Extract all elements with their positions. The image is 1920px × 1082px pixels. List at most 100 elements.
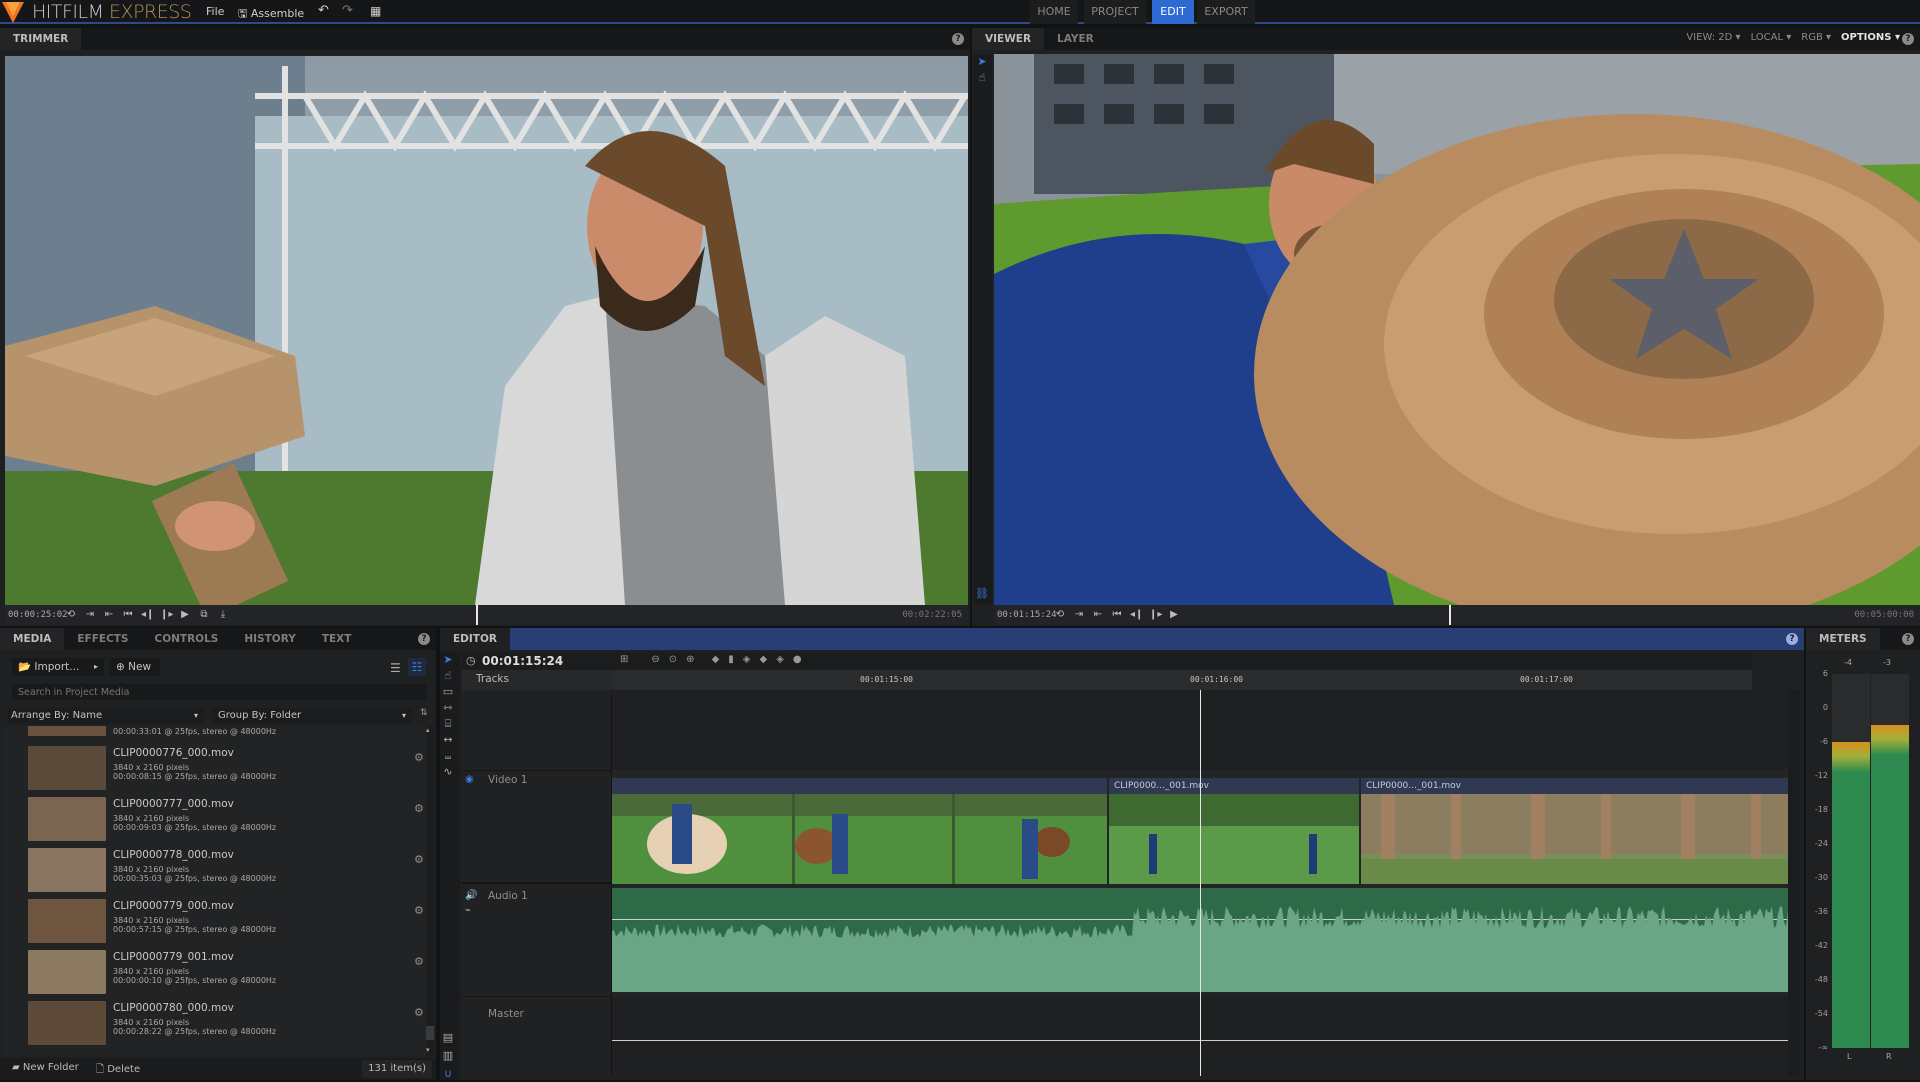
filmstrip-icon[interactable]: ▤: [440, 1030, 456, 1046]
editor-timecode[interactable]: 00:01:15:24: [482, 654, 563, 668]
tab-layer[interactable]: LAYER: [1044, 28, 1107, 50]
slip-tool-icon[interactable]: ⇿: [440, 700, 456, 716]
step-forward-icon[interactable]: ❙▸: [160, 609, 173, 621]
viewer-playhead[interactable]: [1448, 605, 1451, 625]
eye-icon[interactable]: ◉: [465, 774, 474, 785]
gear-icon[interactable]: ⚙: [414, 751, 424, 764]
next-edit-icon[interactable]: ⊕: [686, 654, 694, 665]
gear-icon[interactable]: ⚙: [414, 802, 424, 815]
scroll-up-icon[interactable]: ▴: [426, 726, 430, 734]
select-tool-icon[interactable]: ➤: [974, 54, 990, 70]
media-item[interactable]: CLIP0000779_000.mov 3840 x 2160 pixels 00:…: [28, 899, 428, 949]
timeline-vertical-scrollbar[interactable]: [1788, 690, 1800, 1076]
slide-tool-icon[interactable]: ↔: [440, 732, 456, 748]
keyframe-next-icon[interactable]: ◈: [776, 654, 784, 665]
assemble-button[interactable]: 🖫 Assemble: [238, 5, 304, 24]
new-button[interactable]: ⊕ New: [110, 658, 160, 676]
scroll-thumb[interactable]: [426, 1026, 434, 1040]
trimmer-video-frame[interactable]: [5, 56, 968, 605]
new-folder-button[interactable]: ▰ New Folder: [12, 1062, 79, 1073]
nav-tab-edit[interactable]: EDIT: [1152, 0, 1194, 24]
speaker-icon[interactable]: 🔊: [465, 890, 477, 901]
viewer-scrubber[interactable]: [1174, 605, 1844, 625]
marker-icon[interactable]: ◆: [712, 654, 720, 665]
go-to-start-icon[interactable]: ⏮: [1111, 609, 1123, 621]
gear-icon[interactable]: ⚙: [414, 1006, 424, 1019]
redo-icon[interactable]: ↷: [342, 3, 353, 18]
hand-tool-icon[interactable]: ☝: [974, 70, 990, 86]
viewer-video-frame[interactable]: [994, 54, 1920, 605]
tab-effects[interactable]: EFFECTS: [64, 628, 141, 650]
hand-tool-icon[interactable]: ☝: [440, 668, 456, 684]
gear-icon[interactable]: ⚙: [414, 904, 424, 917]
tab-text[interactable]: TEXT: [309, 628, 365, 650]
grid-icon[interactable]: ▦: [370, 4, 381, 18]
help-icon[interactable]: ?: [1786, 633, 1798, 645]
help-icon[interactable]: ?: [418, 633, 430, 645]
media-item[interactable]: CLIP0000780_000.mov 3840 x 2160 pixels 00:…: [28, 1001, 428, 1051]
go-to-start-icon[interactable]: ⏮: [122, 609, 134, 621]
select-tool-icon[interactable]: ➤: [440, 652, 456, 668]
split-icon[interactable]: ▮: [728, 654, 734, 665]
media-item[interactable]: CLIP0000778_000.mov 3840 x 2160 pixels 00:…: [28, 848, 428, 898]
gear-icon[interactable]: ⚙: [414, 955, 424, 968]
timeline-ruler[interactable]: 00:01:15:00 00:01:16:00 00:01:17:00: [612, 670, 1752, 690]
media-scrollbar[interactable]: ▴ ▾: [426, 726, 434, 1056]
gear-icon[interactable]: ⚙: [414, 853, 424, 866]
trimmer-playhead[interactable]: [476, 605, 479, 625]
tab-trimmer[interactable]: TRIMMER: [0, 28, 82, 50]
nav-tab-export[interactable]: EXPORT: [1197, 0, 1255, 24]
timeline-area[interactable]: CLIP0000..._001.mov CLIP0000..._001.mov: [612, 690, 1788, 1076]
scroll-down-icon[interactable]: ▾: [426, 1046, 430, 1054]
keyframe-icon[interactable]: ◆: [759, 654, 767, 665]
tab-controls[interactable]: CONTROLS: [142, 628, 232, 650]
audio-envelope-icon[interactable]: ⌁: [465, 905, 471, 916]
editor-playhead[interactable]: [1200, 690, 1201, 1076]
set-out-icon[interactable]: ⇥: [1073, 609, 1085, 621]
filmstrip-expand-icon[interactable]: ▥: [440, 1048, 456, 1064]
step-back-icon[interactable]: ◂❙: [141, 609, 154, 621]
import-button[interactable]: 📂 Import... ▸: [12, 658, 104, 676]
timeline-clip[interactable]: CLIP0000..._001.mov: [1361, 778, 1788, 884]
trimmer-scrubber[interactable]: [217, 605, 937, 625]
timeline-clip[interactable]: [612, 778, 1107, 884]
undo-icon[interactable]: ↶: [318, 3, 329, 18]
media-item[interactable]: CLIP0000776_000.mov 3840 x 2160 pixels 00:…: [28, 746, 428, 796]
tab-media[interactable]: MEDIA: [0, 628, 65, 650]
loop-icon[interactable]: ⟲: [1054, 609, 1066, 621]
curve-tool-icon[interactable]: ∿: [440, 764, 456, 780]
space-dropdown[interactable]: LOCAL ▾: [1751, 32, 1792, 43]
tab-history[interactable]: HISTORY: [231, 628, 308, 650]
help-icon[interactable]: ?: [952, 33, 964, 45]
set-out-icon[interactable]: ⇥: [84, 609, 96, 621]
keyframe-prev-icon[interactable]: ◈: [743, 654, 751, 665]
step-forward-icon[interactable]: ❙▸: [1149, 609, 1162, 621]
set-in-icon[interactable]: ⇤: [103, 609, 115, 621]
loop-icon[interactable]: ⟲: [65, 609, 77, 621]
set-in-icon[interactable]: ⇤: [1092, 609, 1104, 621]
media-item[interactable]: CLIP0000777_000.mov 3840 x 2160 pixels 00:…: [28, 797, 428, 847]
overlay-icon[interactable]: ⧉: [198, 609, 210, 621]
nav-tab-project[interactable]: PROJECT: [1084, 0, 1146, 24]
channel-dropdown[interactable]: RGB ▾: [1801, 32, 1831, 43]
group-by-dropdown[interactable]: Group By: Folder ▾: [212, 708, 412, 724]
add-track-icon[interactable]: ⊞: [620, 654, 628, 665]
rate-stretch-icon[interactable]: ⧢: [440, 748, 456, 764]
media-item[interactable]: CLIP0000779_001.mov 3840 x 2160 pixels 00:…: [28, 950, 428, 1000]
lock-icon[interactable]: ●: [793, 654, 802, 665]
sort-az-icon[interactable]: ⇅: [420, 708, 428, 718]
media-search-input[interactable]: [12, 684, 426, 700]
tab-viewer[interactable]: VIEWER: [972, 28, 1045, 50]
center-playhead-icon[interactable]: ⊙: [669, 654, 677, 665]
view-mode-dropdown[interactable]: VIEW: 2D ▾: [1686, 32, 1740, 43]
arrange-by-dropdown[interactable]: Arrange By: Name ▾: [8, 708, 204, 724]
prev-edit-icon[interactable]: ⊖: [651, 654, 659, 665]
help-icon[interactable]: ?: [1902, 33, 1914, 45]
ripple-tool-icon[interactable]: ▭: [440, 684, 456, 700]
razor-tool-icon[interactable]: ⌸: [440, 716, 456, 732]
list-view-icon[interactable]: ☰: [390, 661, 401, 675]
tab-editor[interactable]: EDITOR: [440, 628, 510, 650]
nav-tab-home[interactable]: HOME: [1030, 0, 1078, 24]
detail-view-icon[interactable]: ☷: [408, 658, 426, 676]
link-icon[interactable]: ⛓: [974, 586, 990, 602]
